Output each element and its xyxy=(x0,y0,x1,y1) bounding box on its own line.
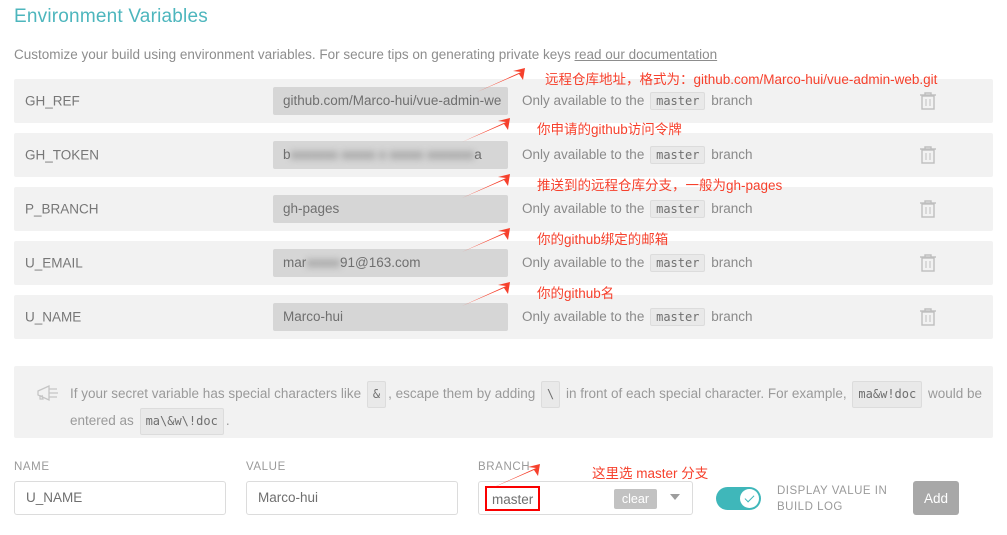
trash-icon[interactable] xyxy=(919,307,937,327)
annotation-text: 你申请的github访问令牌 xyxy=(537,122,682,137)
branch-prefix: Only available to the xyxy=(522,147,645,162)
value-field-label: VALUE xyxy=(246,461,286,473)
trash-icon[interactable] xyxy=(919,145,937,165)
variable-value: bxxxxxxx xxxxx x xxxxx xxxxxxxa xyxy=(273,141,508,169)
annotation-text: 远程仓库地址，格式为：github.com/Marco-hui/vue-admi… xyxy=(545,72,938,87)
annotation-arrow-icon xyxy=(477,68,525,92)
branch-availability: Only available to the master branch xyxy=(522,254,753,272)
branch-chip: master xyxy=(650,146,706,164)
value-input[interactable]: Marco-hui xyxy=(246,481,458,515)
variable-name: U_EMAIL xyxy=(25,255,83,271)
annotation-text: 推送到的远程仓库分支，一般为gh-pages xyxy=(537,178,783,193)
variable-name: GH_TOKEN xyxy=(25,147,100,163)
branch-suffix: branch xyxy=(711,309,753,324)
notice-code-ampersand: & xyxy=(366,381,387,408)
annotation-text: 你的github名 xyxy=(537,286,615,301)
page-description: Customize your build using environment v… xyxy=(14,47,717,62)
branch-chip: master xyxy=(650,200,706,218)
branch-availability: Only available to the master branch xyxy=(522,92,753,110)
variable-value: github.com/Marco-hui/vue-admin-we xyxy=(273,87,508,115)
annotation-text: 你的github绑定的邮箱 xyxy=(537,232,669,247)
megaphone-icon xyxy=(37,384,58,402)
branch-availability: Only available to the master branch xyxy=(522,308,753,326)
annotation-arrow-icon xyxy=(462,282,510,306)
notice-code-backslash: \ xyxy=(541,381,561,408)
annotation-text: 这里选 master 分支 xyxy=(592,466,709,481)
notice-code-example-escaped: ma\&w\!doc xyxy=(139,408,224,435)
branch-prefix: Only available to the xyxy=(522,201,645,216)
escape-characters-notice: If your secret variable has special char… xyxy=(14,366,993,438)
variable-name: U_NAME xyxy=(25,309,82,325)
toggle-label-line1: DISPLAY VALUE IN xyxy=(777,485,888,497)
annotation-arrow-icon xyxy=(462,118,510,142)
branch-suffix: branch xyxy=(711,147,753,162)
description-text: Customize your build using environment v… xyxy=(14,47,575,62)
notice-part5: . xyxy=(225,413,230,428)
chevron-down-icon[interactable] xyxy=(670,494,680,500)
toggle-label-line2: BUILD LOG xyxy=(777,501,843,513)
display-value-toggle-label: DISPLAY VALUE IN BUILD LOG xyxy=(777,483,897,515)
branch-suffix: branch xyxy=(711,93,753,108)
annotation-arrow-icon xyxy=(462,228,510,252)
name-input[interactable]: U_NAME xyxy=(14,481,226,515)
add-button[interactable]: Add xyxy=(913,481,959,515)
branch-suffix: branch xyxy=(711,255,753,270)
branch-prefix: Only available to the xyxy=(522,255,645,270)
page-title: Environment Variables xyxy=(14,6,208,27)
notice-code-example-raw: ma&w!doc xyxy=(852,381,923,408)
notice-part2: , escape them by adding xyxy=(388,386,536,401)
notice-text: If your secret variable has special char… xyxy=(70,381,985,435)
annotation-arrow-icon xyxy=(492,464,540,488)
notice-part3: in front of each special character. For … xyxy=(566,386,847,401)
variable-name: GH_REF xyxy=(25,93,80,109)
notice-part1: If your secret variable has special char… xyxy=(70,386,362,401)
branch-prefix: Only available to the xyxy=(522,93,645,108)
clear-branch-button[interactable]: clear xyxy=(613,489,657,509)
branch-availability: Only available to the master branch xyxy=(522,146,753,164)
branch-prefix: Only available to the xyxy=(522,309,645,324)
branch-chip: master xyxy=(650,308,706,326)
display-value-toggle[interactable] xyxy=(716,487,761,510)
environment-variables-page: Environment Variables Customize your bui… xyxy=(0,0,1007,535)
branch-chip: master xyxy=(650,92,706,110)
branch-suffix: branch xyxy=(711,201,753,216)
trash-icon[interactable] xyxy=(919,91,937,111)
documentation-link[interactable]: read our documentation xyxy=(575,47,718,62)
trash-icon[interactable] xyxy=(919,253,937,273)
branch-availability: Only available to the master branch xyxy=(522,200,753,218)
toggle-knob xyxy=(740,489,759,508)
trash-icon[interactable] xyxy=(919,199,937,219)
name-field-label: NAME xyxy=(14,461,50,473)
branch-chip: master xyxy=(650,254,706,272)
variable-name: P_BRANCH xyxy=(25,201,99,217)
annotation-arrow-icon xyxy=(462,174,510,198)
